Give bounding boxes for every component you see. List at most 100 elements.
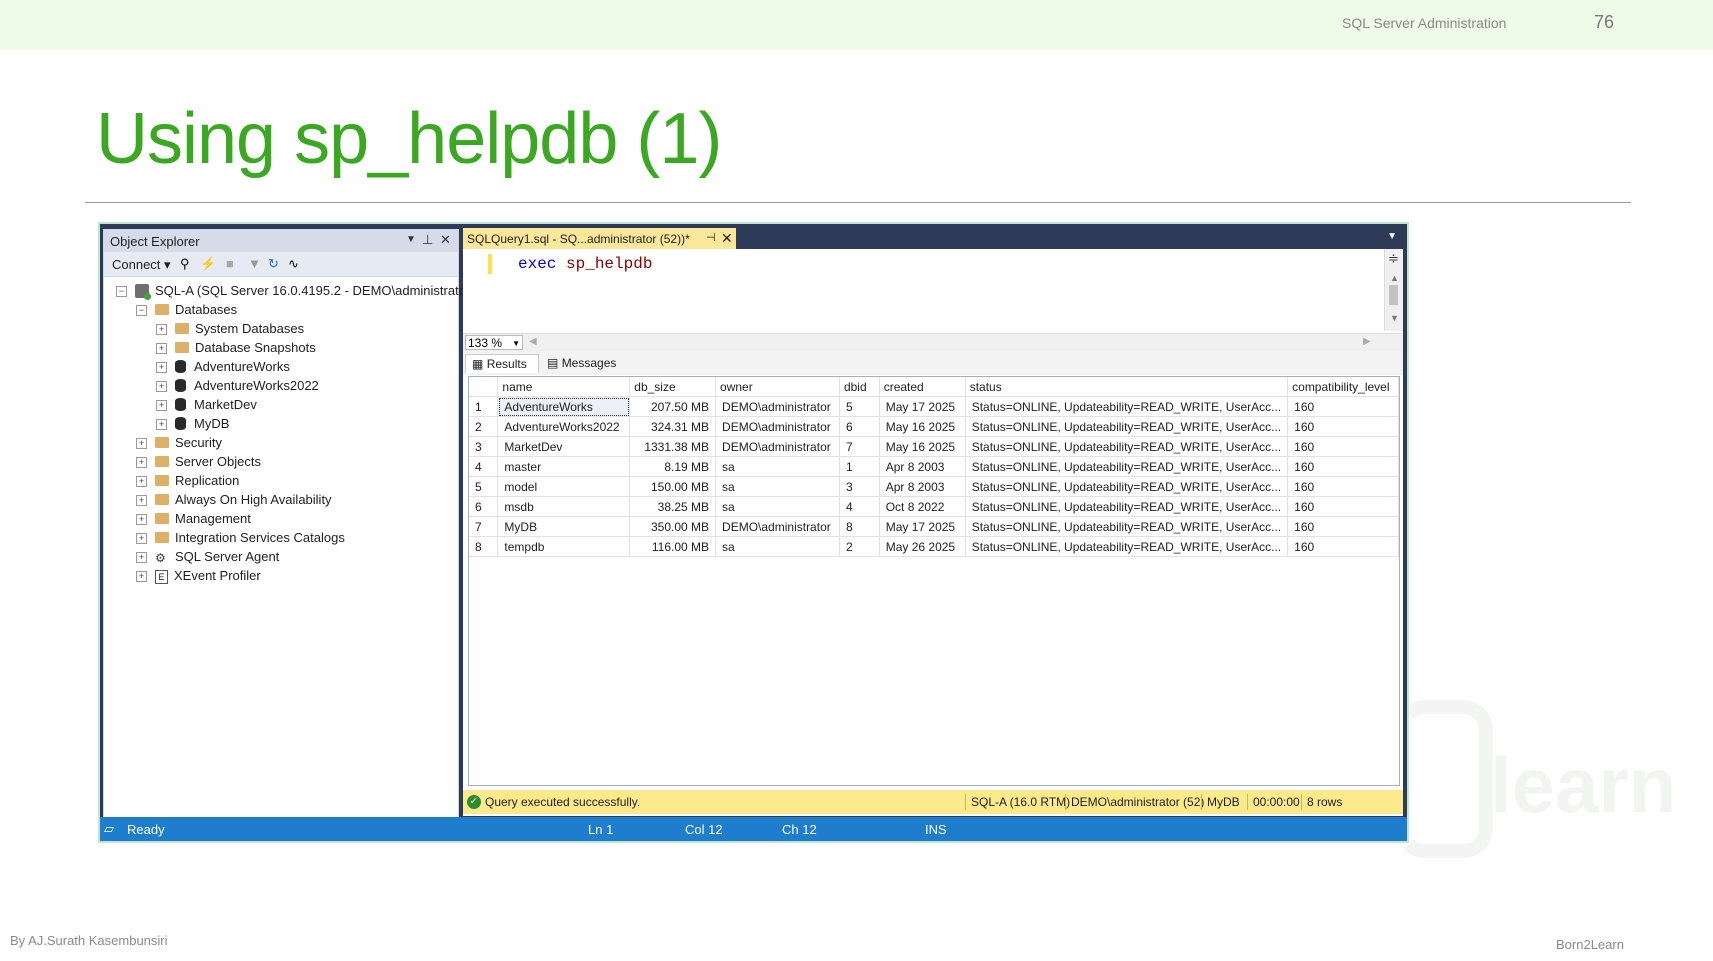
tab-overflow-chevron-down-icon[interactable]: ▼ (1387, 231, 1397, 242)
grid-cell[interactable]: MyDB (497, 516, 631, 537)
scroll-down-icon[interactable]: ▼ (1390, 313, 1399, 323)
table-row[interactable]: 3 MarketDev 1331.38 MB DEMO\administrator 7 M… (469, 436, 1399, 457)
table-row[interactable]: 1 AdventureWorks 207.50 MB DEMO\administrat… (469, 396, 1399, 417)
grid-cell[interactable]: 160 (1287, 436, 1399, 457)
grid-cell[interactable]: 2 (839, 536, 880, 557)
grid-cell[interactable]: Apr 8 2003 (879, 476, 966, 497)
activity-monitor-icon[interactable]: ∿ (288, 256, 299, 272)
grid-cell[interactable]: 6 (839, 416, 880, 437)
tab-messages[interactable]: ▤ Messages (541, 354, 623, 373)
row-number-cell[interactable]: 5 (469, 476, 499, 497)
scroll-up-icon[interactable]: ▲ (1390, 273, 1399, 283)
grid-cell[interactable]: 160 (1287, 476, 1399, 497)
expand-toggle[interactable]: + (156, 362, 167, 374)
column-header[interactable]: name (497, 377, 631, 397)
table-row[interactable]: 5 model 150.00 MB sa 3 Apr 8 2003 Status=ONLIN… (469, 476, 1399, 497)
grid-cell[interactable]: 7 (839, 436, 880, 457)
grid-cell[interactable]: DEMO\administrator (715, 516, 840, 537)
results-grid[interactable]: name db_size owner dbid created status compati… (468, 376, 1400, 786)
tree-node-top[interactable]: + E XEvent Profiler (136, 568, 261, 586)
tree-node-top[interactable]: + Management (136, 511, 251, 529)
scroll-thumb[interactable] (1389, 285, 1398, 305)
tab-sqlquery1[interactable]: SQLQuery1.sql - SQ...administrator (52))… (463, 228, 736, 249)
tree-node-top[interactable]: + Always On High Availability (136, 492, 332, 510)
sql-editor[interactable]: exec sp_helpdb ≑ ▲ ▼ (463, 249, 1403, 333)
expand-toggle[interactable]: + (156, 343, 167, 355)
grid-cell[interactable]: 8 (839, 516, 880, 537)
expand-toggle[interactable]: + (136, 476, 147, 488)
grid-cell[interactable]: DEMO\administrator (715, 436, 840, 457)
filter-icon[interactable]: ▼ (248, 256, 261, 271)
grid-cell[interactable]: Status=ONLINE, Updateability=READ_WRITE,… (965, 476, 1289, 497)
tree-node-db-child[interactable]: + AdventureWorks2022 (156, 378, 319, 396)
grid-cell[interactable]: sa (715, 456, 840, 477)
scroll-right-icon[interactable]: ▶ (1363, 336, 1371, 347)
grid-cell[interactable]: 160 (1287, 456, 1399, 477)
grid-cell[interactable]: 324.31 MB (629, 416, 717, 437)
grid-cell[interactable]: Status=ONLINE, Updateability=READ_WRITE,… (965, 496, 1289, 517)
expand-toggle[interactable]: + (136, 457, 147, 469)
grid-cell[interactable]: 207.50 MB (629, 396, 717, 417)
row-number-cell[interactable]: 7 (469, 516, 499, 537)
table-row[interactable]: 4 master 8.19 MB sa 1 Apr 8 2003 Status=ONLINE… (469, 456, 1399, 477)
grid-cell[interactable]: AdventureWorks (497, 396, 631, 417)
grid-cell[interactable]: 160 (1287, 536, 1399, 557)
tree-node-top[interactable]: + Security (136, 435, 222, 453)
grid-cell[interactable]: 4 (839, 496, 880, 517)
close-icon[interactable]: ✕ (440, 232, 451, 248)
column-header[interactable]: db_size (629, 377, 717, 397)
tree-node-top[interactable]: + Integration Services Catalogs (136, 530, 345, 548)
table-row[interactable]: 2 AdventureWorks2022 324.31 MB DEMO\adminis… (469, 416, 1399, 437)
tab-pin-icon[interactable]: ⊣ (706, 231, 716, 244)
tree-node-top[interactable]: + Replication (136, 473, 239, 491)
grid-cell[interactable]: Oct 8 2022 (879, 496, 966, 517)
expand-toggle[interactable]: + (136, 495, 147, 507)
table-row[interactable]: 6 msdb 38.25 MB sa 4 Oct 8 2022 Status=ONLINE,… (469, 496, 1399, 517)
editor-vertical-scrollbar[interactable]: ≑ ▲ ▼ (1384, 249, 1403, 331)
grid-cell[interactable]: 1331.38 MB (629, 436, 717, 457)
tree-node-top[interactable]: + ⚙ SQL Server Agent (136, 549, 279, 567)
grid-cell[interactable]: master (497, 456, 631, 477)
grid-cell[interactable]: msdb (497, 496, 631, 517)
tree-node-databases[interactable]: − Databases (136, 302, 237, 320)
column-header[interactable]: owner (715, 377, 840, 397)
grid-cell[interactable]: tempdb (497, 536, 631, 557)
column-header[interactable]: dbid (839, 377, 880, 397)
split-icon[interactable]: ≑ (1388, 251, 1399, 267)
grid-cell[interactable]: Status=ONLINE, Updateability=READ_WRITE,… (965, 436, 1289, 457)
grid-cell[interactable]: 38.25 MB (629, 496, 717, 517)
connect-button[interactable]: Connect ▾ (112, 257, 171, 273)
expand-toggle[interactable]: + (136, 552, 147, 564)
grid-cell[interactable]: MarketDev (497, 436, 631, 457)
grid-cell[interactable]: sa (715, 536, 840, 557)
zoom-select[interactable]: 133 % ▼ (465, 335, 523, 350)
table-row[interactable]: 7 MyDB 350.00 MB DEMO\administrator 8 May 17 … (469, 516, 1399, 537)
grid-cell[interactable]: Status=ONLINE, Updateability=READ_WRITE,… (965, 396, 1289, 417)
dropdown-icon[interactable]: ▼ (406, 234, 416, 245)
column-header[interactable]: created (879, 377, 966, 397)
grid-cell[interactable]: DEMO\administrator (715, 396, 840, 417)
grid-cell[interactable]: May 17 2025 (879, 396, 966, 417)
grid-cell[interactable]: AdventureWorks2022 (497, 416, 631, 437)
row-number-cell[interactable]: 3 (469, 436, 499, 457)
grid-cell[interactable]: May 16 2025 (879, 436, 966, 457)
grid-cell[interactable]: 160 (1287, 396, 1399, 417)
tree-node-db-child[interactable]: + System Databases (156, 321, 304, 339)
table-row[interactable]: 8 tempdb 116.00 MB sa 2 May 26 2025 Status=ONL… (469, 536, 1399, 557)
expand-toggle[interactable]: + (156, 419, 167, 431)
expand-toggle[interactable]: + (156, 381, 167, 393)
tree-node-server[interactable]: − SQL-A (SQL Server 16.0.4195.2 - DEMO\ad… (116, 283, 475, 301)
grid-cell[interactable]: 160 (1287, 416, 1399, 437)
grid-cell[interactable]: 160 (1287, 516, 1399, 537)
grid-cell[interactable]: 3 (839, 476, 880, 497)
grid-cell[interactable]: Status=ONLINE, Updateability=READ_WRITE,… (965, 456, 1289, 477)
disconnect-icon[interactable]: ⚡ (200, 256, 216, 272)
collapse-toggle[interactable]: − (136, 305, 147, 317)
expand-toggle[interactable]: + (156, 324, 167, 336)
grid-cell[interactable]: Status=ONLINE, Updateability=READ_WRITE,… (965, 416, 1289, 437)
grid-cell[interactable]: sa (715, 476, 840, 497)
grid-cell[interactable]: model (497, 476, 631, 497)
grid-cell[interactable]: 150.00 MB (629, 476, 717, 497)
sql-code-line[interactable]: exec sp_helpdb (518, 255, 652, 273)
expand-toggle[interactable]: + (156, 400, 167, 412)
